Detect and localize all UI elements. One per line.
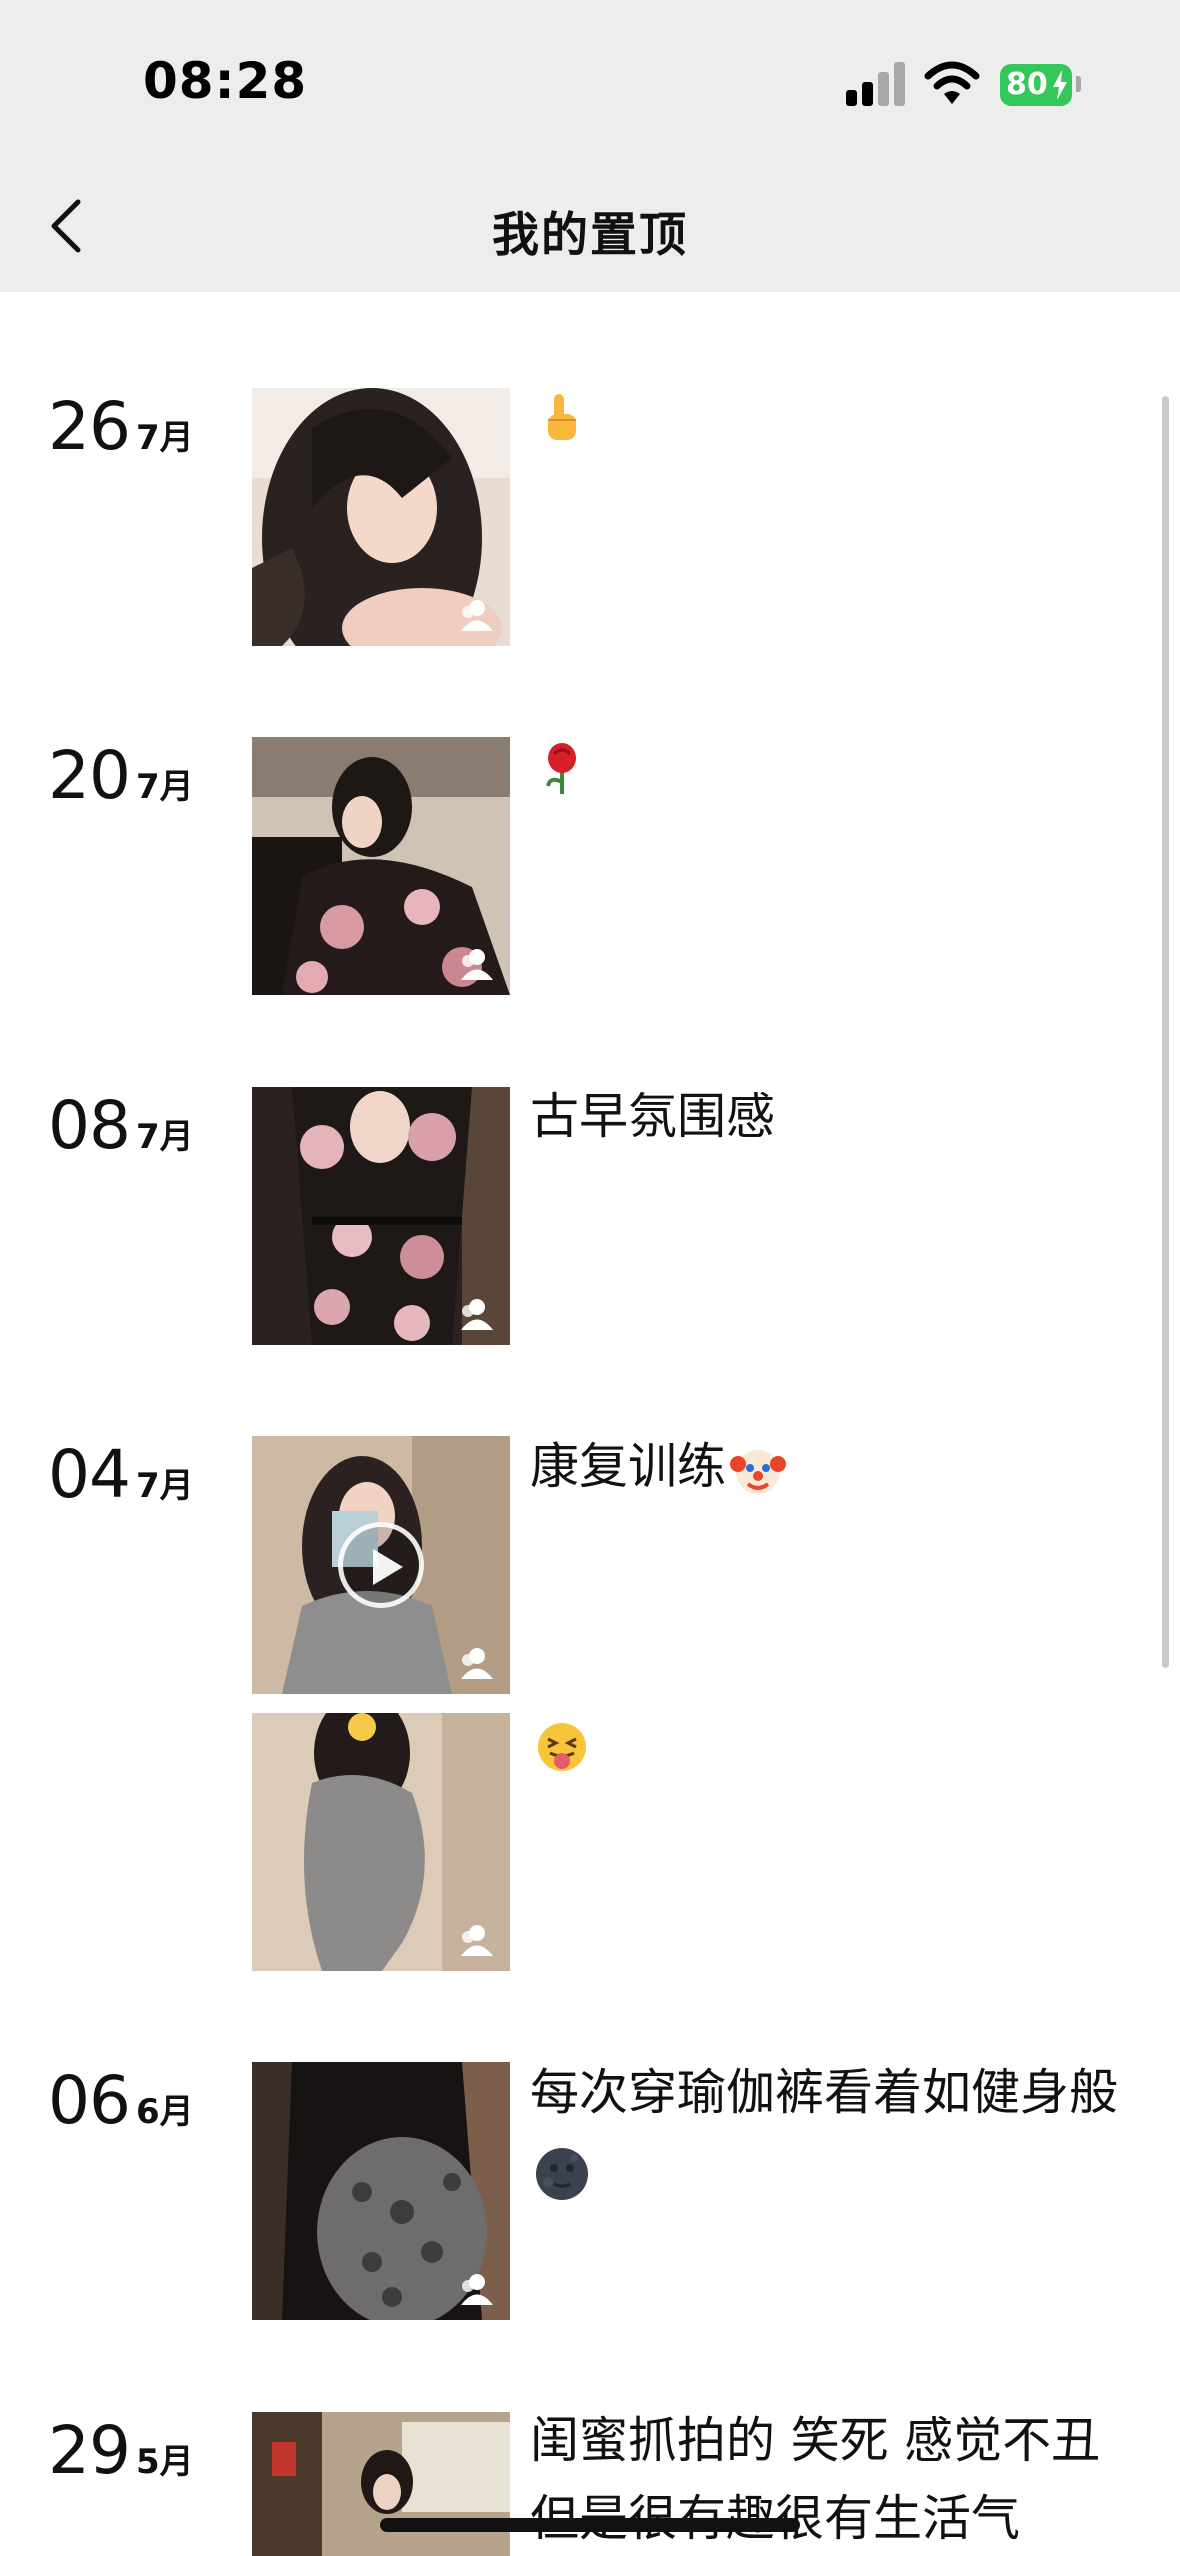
clown-face-emoji: [730, 1449, 787, 1494]
post-thumbnail[interactable]: [252, 388, 510, 646]
pointing-up-emoji: [548, 393, 576, 440]
post-caption: 康复训练: [530, 1428, 1120, 1506]
friends-visibility-icon: [461, 2274, 493, 2305]
header: 08:28 80 我的置顶: [0, 0, 1180, 292]
battery-charging-icon: 80: [1000, 64, 1072, 106]
post-day: 29: [48, 2412, 131, 2489]
page-title: 我的置顶: [492, 208, 688, 263]
rose-emoji: [546, 742, 576, 794]
battery-tip: [1076, 76, 1081, 92]
post-month: 7月: [135, 767, 194, 807]
wifi-icon: [924, 61, 980, 104]
post-thumbnail-video[interactable]: [252, 1436, 510, 1694]
post-day: 08: [48, 1087, 131, 1164]
post-month: 7月: [135, 1117, 194, 1157]
post-date: 29 5月: [48, 2412, 194, 2489]
post-month: 7月: [135, 418, 194, 458]
post-thumbnail[interactable]: [252, 1087, 510, 1345]
friends-visibility-icon: [461, 949, 493, 980]
home-indicator[interactable]: [380, 2518, 800, 2532]
post-caption: [530, 1705, 1120, 1783]
friends-visibility-icon: [461, 1299, 493, 1330]
post-day: 20: [48, 737, 131, 814]
friends-visibility-icon: [461, 1648, 493, 1679]
friends-visibility-icon: [461, 1925, 493, 1956]
post-month: 6月: [135, 2092, 194, 2132]
post-date: 20 7月: [48, 737, 194, 814]
post-date: 04 7月: [48, 1436, 194, 1513]
battery-level: 80: [1006, 67, 1048, 102]
post-caption: 闺蜜抓拍的 笑死 感觉不丑但是很有趣很有生活气: [530, 2412, 1101, 2547]
post-month: 7月: [135, 1466, 194, 1506]
post-thumbnail[interactable]: [252, 737, 510, 995]
post-date: 26 7月: [48, 388, 194, 465]
post-date: 06 6月: [48, 2062, 194, 2139]
my-pinned-posts-page: 08:28 80 我的置顶 26 7月 20 7月 08 7月 古早氛围感 04…: [0, 0, 1180, 2556]
post-thumbnail[interactable]: [252, 2062, 510, 2320]
post-month: 5月: [135, 2442, 194, 2482]
friends-visibility-icon: [461, 600, 493, 631]
post-date: 08 7月: [48, 1087, 194, 1164]
bolt-icon: [1053, 70, 1067, 100]
play-button[interactable]: [338, 1522, 424, 1608]
squinting-tongue-emoji: [538, 1722, 586, 1771]
post-day: 06: [48, 2062, 131, 2139]
post-caption: [530, 376, 1120, 454]
post-day: 04: [48, 1436, 131, 1513]
post-thumbnail[interactable]: [252, 1713, 510, 1971]
post-caption: [530, 726, 1120, 804]
post-caption: 每次穿瑜伽裤看着如健身般: [530, 2054, 1120, 2210]
post-caption: 古早氛围感: [530, 1088, 776, 1145]
photo: [252, 2412, 510, 2556]
scrollbar[interactable]: [1162, 396, 1169, 1668]
cellular-signal-icon: [846, 62, 906, 106]
post-day: 26: [48, 388, 131, 465]
new-moon-face-emoji: [536, 2147, 588, 2200]
status-time: 08:28: [143, 52, 308, 110]
post-thumbnail[interactable]: [252, 2412, 510, 2556]
